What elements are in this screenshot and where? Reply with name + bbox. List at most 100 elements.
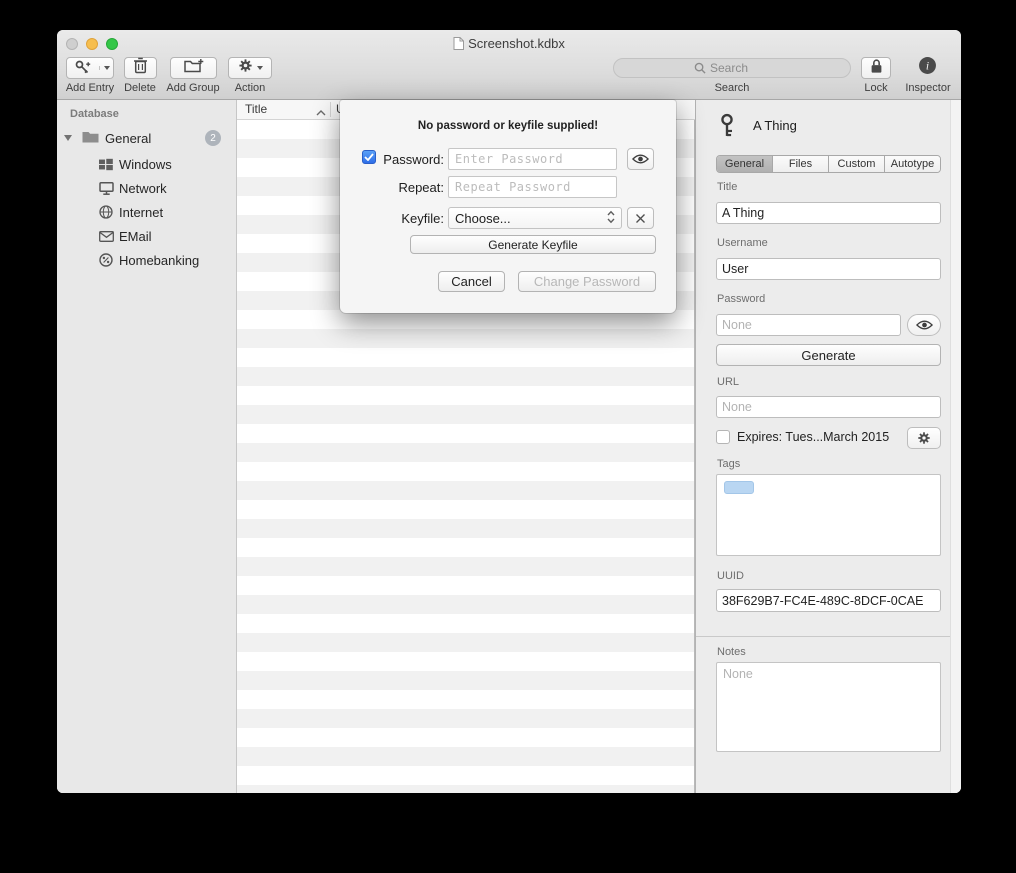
expires-label: Expires: Tues...March 2015: [737, 430, 889, 444]
inspector-label: Inspector: [898, 82, 958, 94]
search-input[interactable]: [710, 61, 770, 75]
trash-icon: [133, 57, 148, 79]
tab-custom[interactable]: Custom: [829, 156, 885, 172]
dialog-message: No password or keyfile supplied!: [340, 120, 676, 132]
tags-field[interactable]: [716, 474, 941, 556]
main-content: Database General 2 Windows Network: [57, 100, 961, 793]
titlebar-toolbar: Screenshot.kdbx Add Entry: [57, 30, 961, 100]
key-icon: [717, 112, 737, 142]
username-label: Username: [717, 237, 768, 249]
sidebar-item-label: Homebanking: [119, 253, 199, 268]
change-password-dialog: No password or keyfile supplied! Passwor…: [340, 100, 676, 313]
eye-icon: [632, 153, 649, 165]
gear-icon: [917, 431, 931, 445]
action-button[interactable]: [228, 57, 272, 79]
sidebar-item-label: EMail: [119, 229, 152, 244]
search-field[interactable]: [613, 58, 851, 78]
lock-label: Lock: [856, 82, 896, 94]
search-label: Search: [613, 82, 851, 94]
add-entry-label: Add Entry: [62, 82, 118, 94]
svg-text:i: i: [925, 60, 928, 73]
section-divider: [696, 636, 961, 637]
column-divider[interactable]: [330, 102, 331, 117]
info-icon: i: [918, 56, 937, 80]
monitor-icon: [98, 182, 114, 195]
sidebar-item-internet[interactable]: Internet: [57, 200, 236, 224]
lock-button[interactable]: [861, 57, 891, 79]
change-password-button[interactable]: Change Password: [518, 271, 656, 292]
repeat-label: Repeat:: [380, 180, 444, 195]
group-label: General: [105, 131, 151, 146]
search-icon: [694, 62, 706, 74]
sidebar-item-label: Network: [119, 181, 167, 196]
password-checkbox[interactable]: [362, 150, 376, 164]
window-title: Screenshot.kdbx: [57, 36, 961, 53]
expires-settings-button[interactable]: [907, 427, 941, 449]
tag-chip[interactable]: [724, 481, 754, 494]
sidebar-item-network[interactable]: Network: [57, 176, 236, 200]
title-field[interactable]: [716, 202, 941, 224]
app-window: Screenshot.kdbx Add Entry: [57, 30, 961, 793]
add-entry-button[interactable]: [66, 57, 114, 79]
sidebar-item-label: Internet: [119, 205, 163, 220]
username-field[interactable]: [716, 258, 941, 280]
uuid-field[interactable]: [716, 589, 941, 612]
url-label: URL: [717, 376, 739, 388]
sidebar-section-header: Database: [70, 108, 119, 120]
notes-label: Notes: [717, 646, 746, 658]
delete-button[interactable]: [124, 57, 157, 79]
gear-icon: [238, 58, 253, 78]
sidebar: Database General 2 Windows Network: [57, 100, 237, 793]
add-group-button[interactable]: [170, 57, 217, 79]
sort-ascending-icon[interactable]: [316, 105, 326, 119]
windows-icon: [98, 158, 114, 171]
sidebar-item-windows[interactable]: Windows: [57, 152, 236, 176]
sidebar-group-general[interactable]: General 2: [57, 127, 236, 149]
keyfile-select-value: Choose...: [455, 211, 511, 226]
password-field[interactable]: [716, 314, 901, 336]
disclosure-triangle-icon[interactable]: [64, 135, 72, 141]
chevron-down-icon: [257, 66, 263, 70]
sidebar-item-homebanking[interactable]: Homebanking: [57, 248, 236, 272]
keyfile-select[interactable]: Choose...: [448, 207, 622, 229]
password-input[interactable]: [448, 148, 617, 170]
notes-field[interactable]: [716, 662, 941, 752]
eye-icon: [916, 319, 933, 331]
sidebar-item-email[interactable]: EMail: [57, 224, 236, 248]
folder-plus-icon: [184, 58, 204, 79]
inspector-tabs: General Files Custom Autotype: [716, 155, 941, 173]
tags-label: Tags: [717, 458, 740, 470]
reveal-password-button[interactable]: [907, 314, 941, 336]
entry-header: A Thing: [717, 112, 797, 142]
inspector-panel: A Thing General Files Custom Autotype Ti…: [695, 100, 961, 793]
title-label: Title: [717, 181, 737, 193]
generate-keyfile-button[interactable]: Generate Keyfile: [410, 235, 656, 254]
folder-icon: [82, 130, 99, 146]
action-label: Action: [206, 82, 294, 94]
generate-button[interactable]: Generate: [716, 344, 941, 366]
sidebar-item-label: Windows: [119, 157, 172, 172]
chevron-down-icon: [104, 66, 110, 70]
add-entry-dropdown[interactable]: [99, 66, 113, 70]
column-title[interactable]: Title: [245, 102, 267, 116]
inspector-button[interactable]: i: [915, 56, 939, 80]
uuid-label: UUID: [717, 570, 744, 582]
url-field[interactable]: [716, 396, 941, 418]
delete-label: Delete: [118, 82, 162, 94]
repeat-input[interactable]: [448, 176, 617, 198]
entry-count-badge: 2: [205, 130, 221, 146]
expires-checkbox[interactable]: [716, 430, 730, 444]
tab-files[interactable]: Files: [773, 156, 829, 172]
envelope-icon: [98, 231, 114, 242]
stepper-icon: [607, 210, 615, 227]
tab-general[interactable]: General: [717, 156, 773, 172]
inspector-scrollbar[interactable]: [950, 100, 961, 793]
tab-autotype[interactable]: Autotype: [885, 156, 940, 172]
percent-coin-icon: [98, 253, 114, 267]
keyfile-label: Keyfile:: [380, 211, 444, 226]
reveal-password-button[interactable]: [627, 148, 654, 170]
cancel-button[interactable]: Cancel: [438, 271, 505, 292]
check-icon: [364, 153, 374, 161]
clear-keyfile-button[interactable]: [627, 207, 654, 229]
document-icon: [453, 37, 464, 53]
